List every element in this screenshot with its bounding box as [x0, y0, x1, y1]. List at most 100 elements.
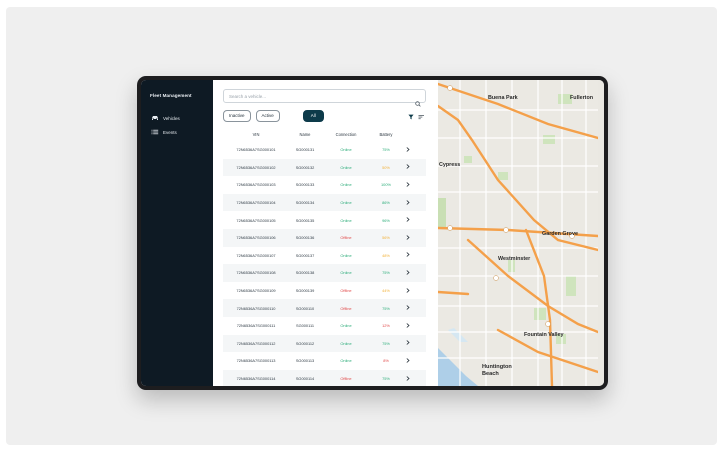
battery-cell: 75% — [382, 376, 390, 382]
connection-cell: Offline — [340, 235, 352, 241]
row-open-button[interactable] — [401, 147, 415, 153]
battery-cell: 75% — [382, 340, 390, 346]
filter-inactive-button[interactable]: Inactive — [223, 109, 251, 122]
battery-cell: 100% — [381, 182, 391, 188]
connection-cell: Offline — [340, 376, 352, 382]
row-open-button[interactable] — [401, 164, 415, 170]
battery-cell: 50% — [382, 164, 390, 170]
backdrop: Fleet Management Vehicles Events Search … — [6, 7, 717, 445]
status-filters: Inactive Active All — [223, 109, 426, 122]
name-cell: SG000111 — [295, 323, 315, 329]
row-open-button[interactable] — [401, 270, 415, 276]
table-row[interactable]: 72N6536A7SG000104 SG000134 Online 86% — [223, 193, 426, 212]
row-open-button[interactable] — [401, 252, 415, 258]
vin-cell: 72N6536A7SG000113 — [236, 358, 276, 364]
chevron-right-icon — [406, 199, 410, 206]
vin-cell: 72N6536A7SG000101 — [236, 147, 276, 153]
table-row[interactable]: 72N6536A7SG000114 SG000114 Offline 75% — [223, 369, 426, 386]
connection-cell: Online — [340, 164, 352, 170]
chevron-right-icon — [406, 234, 410, 241]
vin-cell: 72N6536A7SG000108 — [236, 270, 276, 276]
row-open-button[interactable] — [401, 322, 415, 329]
chevron-right-icon — [406, 164, 410, 170]
name-cell: SG000112 — [295, 340, 315, 346]
vin-cell: 72N6536A7SG000109 — [236, 288, 276, 294]
filter-all-button[interactable]: All — [302, 109, 324, 122]
chevron-right-icon — [406, 322, 410, 329]
map-view[interactable]: Buena Park Fullerton Cypress Garden Grov… — [438, 80, 604, 386]
table-row[interactable]: 72N6536A7SG000102 SG000132 Online 50% — [223, 158, 426, 177]
filter-icon[interactable] — [408, 107, 414, 125]
vehicle-list-panel: Inactive Active All VIN Name — [213, 80, 438, 386]
chevron-right-icon — [406, 217, 410, 223]
connection-cell: Online — [340, 358, 352, 364]
name-cell: SG000114 — [295, 376, 315, 382]
row-open-button[interactable] — [401, 217, 415, 223]
connection-cell: Online — [340, 252, 352, 258]
chevron-right-icon — [406, 287, 410, 294]
table-row[interactable]: 72N6536A7SG000107 SG000137 Online 48% — [223, 246, 426, 265]
table-row[interactable]: 72N6536A7SG000112 SG000112 Online 75% — [223, 334, 426, 353]
chevron-right-icon — [406, 375, 410, 382]
row-open-button[interactable] — [401, 305, 415, 311]
map-label-huntington-beach: Huntington Beach — [482, 364, 512, 377]
column-header-name[interactable]: Name — [289, 132, 321, 137]
filter-active-button[interactable]: Active — [255, 109, 280, 122]
sidebar-item-events[interactable]: Events — [141, 125, 213, 139]
column-header-connection[interactable]: Connection — [321, 132, 371, 137]
table-row[interactable]: 72N6536A7SG000108 SG000138 Online 75% — [223, 264, 426, 282]
vin-cell: 72N6536A7SG000111 — [236, 323, 276, 329]
connection-cell: Online — [340, 182, 352, 188]
search-input[interactable] — [224, 93, 404, 99]
map-label-fullerton: Fullerton — [570, 95, 594, 101]
connection-cell: Online — [340, 340, 352, 346]
name-cell: SG000131 — [295, 147, 315, 153]
app-screen: Fleet Management Vehicles Events Search … — [141, 80, 604, 386]
chevron-right-icon — [406, 340, 410, 346]
search-box — [223, 89, 426, 107]
name-cell: SG000138 — [295, 270, 315, 276]
connection-cell: Online — [340, 217, 352, 223]
connection-cell: Offline — [340, 288, 352, 294]
chevron-right-icon — [406, 305, 410, 311]
column-header-battery[interactable]: Battery — [371, 132, 401, 137]
table-row[interactable]: 72N6536A7SG000105 SG000135 Online 96% — [223, 211, 426, 229]
sidebar: Fleet Management Vehicles Events — [141, 80, 213, 386]
vin-cell: 72N6536A7SG000105 — [236, 217, 276, 223]
vin-cell: 72N6536A7SG000107 — [236, 252, 276, 258]
table-row[interactable]: 72N6536A7SG000103 SG000133 Online 100% — [223, 176, 426, 194]
table-row[interactable]: 72N6536A7SG000113 SG000113 Online 8% — [223, 352, 426, 370]
chevron-right-icon — [406, 252, 410, 258]
row-open-button[interactable] — [401, 358, 415, 364]
chevron-right-icon — [406, 182, 410, 188]
row-open-button[interactable] — [401, 287, 415, 294]
battery-cell: 75% — [382, 305, 390, 311]
row-open-button[interactable] — [401, 375, 415, 382]
name-cell: SG000132 — [295, 164, 315, 170]
table-row[interactable]: 72N6536A7SG000110 SG000110 Offline 75% — [223, 299, 426, 317]
row-open-button[interactable] — [401, 234, 415, 241]
battery-cell: 44% — [382, 288, 390, 294]
sidebar-item-vehicles[interactable]: Vehicles — [141, 111, 213, 125]
row-open-button[interactable] — [401, 182, 415, 188]
table-row[interactable]: 72N6536A7SG000111 SG000111 Online 12% — [223, 316, 426, 335]
name-cell: SG000139 — [295, 288, 315, 294]
chevron-right-icon — [406, 270, 410, 276]
search-icon[interactable] — [415, 94, 421, 112]
name-cell: SG000137 — [295, 252, 315, 258]
name-cell: SG000110 — [295, 305, 315, 311]
table-row[interactable]: 72N6536A7SG000101 SG000131 Online 75% — [223, 141, 426, 159]
connection-cell: Offline — [340, 305, 352, 311]
battery-cell: 96% — [382, 217, 390, 223]
row-open-button[interactable] — [401, 199, 415, 206]
map-label-cypress: Cypress — [439, 162, 461, 168]
battery-cell: 8% — [383, 358, 389, 364]
map-label-garden-grove: Garden Grove — [542, 231, 578, 237]
table-row[interactable]: 72N6536A7SG000106 SG000136 Offline 56% — [223, 228, 426, 247]
table-header: VIN Name Connection Battery — [223, 129, 426, 139]
app-title: Fleet Management — [150, 93, 192, 98]
row-open-button[interactable] — [401, 340, 415, 346]
connection-cell: Online — [340, 147, 352, 153]
column-header-vin[interactable]: VIN — [223, 132, 289, 137]
table-row[interactable]: 72N6536A7SG000109 SG000139 Offline 44% — [223, 281, 426, 300]
